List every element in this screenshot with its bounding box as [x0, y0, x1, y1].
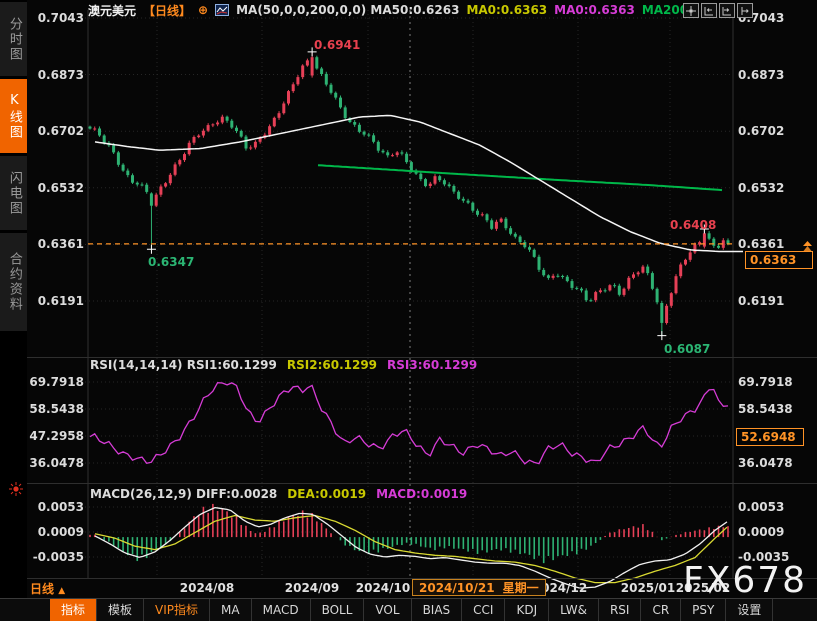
- macd-axis-label: -0.0035: [738, 550, 808, 564]
- price-chart-canvas[interactable]: [0, 0, 817, 621]
- chart-controls: [683, 3, 753, 18]
- toolbar-item-psy[interactable]: PSY: [681, 599, 726, 621]
- period-label: 【日线】: [143, 2, 191, 19]
- toolbar-item-cr[interactable]: CR: [641, 599, 681, 621]
- toolbar-item-vip-indicators[interactable]: VIP指标: [144, 599, 210, 621]
- rsi3-readout: RSI3:60.1299: [387, 358, 477, 372]
- panel-divider: [27, 483, 817, 484]
- price-axis-label: 0.6191: [738, 294, 808, 308]
- price-axis-label: 0.6532: [27, 181, 84, 195]
- time-axis-label: 2025/01: [621, 581, 675, 595]
- scale-expand-button[interactable]: [719, 3, 735, 18]
- rsi-axis-label: 58.5438: [738, 402, 808, 416]
- price-axis-label: 0.6873: [27, 68, 84, 82]
- macd-axis-label: -0.0035: [27, 550, 84, 564]
- rsi-axis-label: 36.0478: [27, 456, 84, 470]
- toolbar-item-vol[interactable]: VOL: [364, 599, 411, 621]
- price-axis-label: 0.6361: [27, 237, 84, 251]
- ma-settings-readout: MA(50,0,0,200,0,0) MA50:0.6263: [236, 3, 459, 17]
- price-axis-label: 0.7043: [27, 11, 84, 25]
- time-axis-label: 2025/02: [676, 581, 730, 595]
- macd-axis-label: 0.0009: [738, 525, 808, 539]
- scale-compress-button[interactable]: [701, 3, 717, 18]
- rsi-axis-label: 69.7918: [27, 375, 84, 389]
- chart-header: 澳元美元 【日线】 ⊕ MA(50,0,0,200,0,0) MA50:0.62…: [88, 2, 693, 18]
- crosshair-weekday: 星期一: [503, 579, 539, 596]
- toolbar-item-cci[interactable]: CCI: [462, 599, 505, 621]
- axis-arrow-right-icon: [722, 6, 732, 16]
- sidebar-item-contract-info[interactable]: 合约资料: [0, 233, 27, 331]
- toolbar-item-settings[interactable]: 设置: [726, 599, 773, 621]
- rsi-value-tag: 52.6948: [736, 428, 804, 446]
- toolbar-item-indicators[interactable]: 指标: [50, 599, 97, 621]
- toolbar-item-rsi[interactable]: RSI: [599, 599, 642, 621]
- indicator-toolbar: 指标 模板 VIP指标 MA MACD BOLL VOL BIAS CCI KD…: [0, 598, 817, 621]
- price-annotation: 0.6347: [148, 255, 194, 269]
- sidebar-item-timeline-chart[interactable]: 分时图: [0, 2, 27, 76]
- macd-axis-label: 0.0053: [27, 500, 84, 514]
- price-annotation: 0.6408: [670, 218, 716, 232]
- price-axis-label: 0.6361: [738, 237, 808, 251]
- rsi-axis-label: 69.7918: [738, 375, 808, 389]
- rsi-axis-label: 36.0478: [738, 456, 808, 470]
- price-alert-icon: [801, 238, 814, 257]
- toolbar-item-lw[interactable]: LW&: [549, 599, 599, 621]
- rsi1-readout: RSI(14,14,14) RSI1:60.1299: [90, 358, 277, 372]
- toolbar-item-bias[interactable]: BIAS: [412, 599, 463, 621]
- price-annotation: 0.6087: [664, 342, 710, 356]
- symbol-title: 澳元美元: [88, 2, 136, 19]
- crosshair-date: 2024/10/21: [419, 581, 495, 595]
- time-axis: 2024/08 2024/09 2024/10 2024/12 2025/01 …: [0, 578, 817, 598]
- sidebar-item-candlestick-chart[interactable]: K线图: [0, 79, 27, 153]
- price-annotation: 0.6941: [314, 38, 360, 52]
- axis-arrow-left-icon: [704, 6, 714, 16]
- price-axis-label: 0.6873: [738, 68, 808, 82]
- macd-axis-label: 0.0009: [27, 525, 84, 539]
- period-selector[interactable]: 日线 ▲: [30, 580, 65, 597]
- trading-app-window: 分时图 K线图 闪电图 合约资料 澳元美元 【日线】 ⊕: [0, 0, 817, 621]
- price-axis-label: 0.6702: [738, 124, 808, 138]
- bar-arrow-right-icon: [740, 6, 750, 16]
- toolbar-item-templates[interactable]: 模板: [97, 599, 144, 621]
- rsi-axis-label: 58.5438: [27, 402, 84, 416]
- macd-dea-readout: DEA:0.0019: [287, 487, 366, 501]
- triangle-up-icon: ▲: [58, 586, 65, 596]
- macd-axis-label: 0.0053: [738, 500, 808, 514]
- chart-type-icon[interactable]: [215, 4, 229, 16]
- toolbar-item-kdj[interactable]: KDJ: [505, 599, 549, 621]
- toolbar-item-boll[interactable]: BOLL: [311, 599, 365, 621]
- price-axis-label: 0.6702: [27, 124, 84, 138]
- rsi-header: RSI(14,14,14) RSI1:60.1299 RSI2:60.1299 …: [90, 358, 477, 372]
- ma0-yellow-readout: MA0:0.6363: [466, 3, 547, 17]
- price-axis-label: 0.6532: [738, 181, 808, 195]
- period-selector-label: 日线: [30, 582, 54, 596]
- price-axis-label: 0.6191: [27, 294, 84, 308]
- time-axis-label: 2024/09: [285, 581, 339, 595]
- macd-header: MACD(26,12,9) DIFF:0.0028 DEA:0.0019 MAC…: [90, 487, 467, 501]
- circle-plus-icon[interactable]: ⊕: [198, 3, 208, 17]
- time-axis-label: 2024/08: [180, 581, 234, 595]
- crosshair-date-box: 2024/10/21 星期一: [412, 579, 546, 596]
- rsi2-readout: RSI2:60.1299: [287, 358, 377, 372]
- macd-value-readout: MACD:0.0019: [376, 487, 467, 501]
- pan-move-button[interactable]: [683, 3, 699, 18]
- time-axis-label: 2024/10: [356, 581, 410, 595]
- toolbar-item-ma[interactable]: MA: [210, 599, 252, 621]
- macd-diff-readout: MACD(26,12,9) DIFF:0.0028: [90, 487, 277, 501]
- rsi-axis-label: 47.2958: [27, 429, 84, 443]
- toolbar-item-macd[interactable]: MACD: [252, 599, 311, 621]
- move-cross-icon: [686, 6, 696, 16]
- sidebar: 分时图 K线图 闪电图 合约资料: [0, 0, 27, 621]
- sidebar-item-lightning-chart[interactable]: 闪电图: [0, 156, 27, 230]
- alarm-icon: [8, 481, 24, 501]
- ma0-magenta-readout: MA0:0.6363: [554, 3, 635, 17]
- go-to-latest-button[interactable]: [737, 3, 753, 18]
